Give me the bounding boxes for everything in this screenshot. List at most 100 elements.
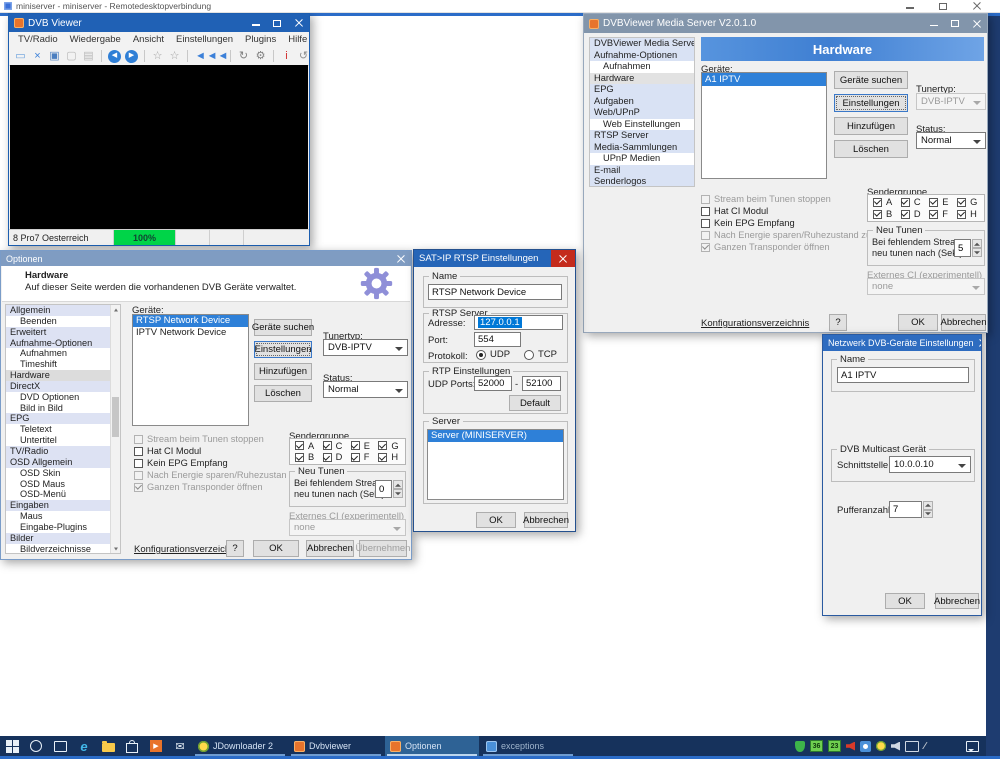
spinner-down-icon[interactable] xyxy=(393,489,403,498)
search-devices-button[interactable]: Geräte suchen xyxy=(254,319,312,336)
help-button[interactable]: ? xyxy=(226,540,244,557)
sidebar-item[interactable]: Timeshift xyxy=(6,359,111,370)
option-checkbox[interactable]: Ganzen Transponder öffnen xyxy=(701,241,867,253)
taskbar-app-jdownloader[interactable]: JDownloader 2 xyxy=(193,736,287,756)
nav-item[interactable]: Media-Sammlungen xyxy=(590,142,694,154)
toolbar-icon[interactable]: ☆ xyxy=(151,49,164,63)
spinner-up-icon[interactable] xyxy=(393,480,403,489)
start-button[interactable] xyxy=(0,736,24,756)
status-combo[interactable]: Normal xyxy=(916,132,986,149)
sendergruppe-checkbox[interactable]: A xyxy=(873,196,894,208)
delete-button[interactable]: Löschen xyxy=(834,140,908,158)
file-explorer-icon[interactable] xyxy=(96,736,120,756)
sidebar-item[interactable]: Beenden xyxy=(6,316,111,327)
externes-ci-combo[interactable]: none xyxy=(867,278,985,295)
dialog-titlebar[interactable]: Netzwerk DVB-Geräte Einstellungen xyxy=(823,335,981,351)
edge-icon[interactable]: e xyxy=(72,736,96,756)
antivirus-shield-icon[interactable] xyxy=(795,741,805,752)
option-checkbox[interactable]: Stream beim Tunen stoppen xyxy=(701,193,867,205)
sendergruppe-checkbox[interactable]: E xyxy=(929,196,950,208)
sidebar-item[interactable]: DirectX xyxy=(6,381,111,392)
sendergruppe-checkbox[interactable]: C xyxy=(323,440,344,452)
option-checkbox[interactable]: Kein EPG Empfang xyxy=(701,217,867,229)
sidebar-item[interactable]: OSD-Menü xyxy=(6,489,111,500)
menu-item[interactable]: Wiedergabe xyxy=(65,34,126,45)
wrench-icon[interactable]: ∕ xyxy=(924,741,926,752)
toolbar-icon[interactable] xyxy=(187,50,188,62)
toolbar-icon[interactable] xyxy=(144,50,145,62)
config-directory-link[interactable]: Konfigurationsverzeichnis xyxy=(701,318,809,329)
dialog-titlebar[interactable]: SAT>IP RTSP Einstellungen xyxy=(414,250,575,267)
nav-item[interactable]: Web Einstellungen xyxy=(590,119,694,131)
sendergruppe-checkbox[interactable]: F xyxy=(351,452,372,464)
toolbar-icon[interactable]: ↻ xyxy=(237,49,250,63)
apply-button[interactable]: Übernehmen xyxy=(359,540,407,557)
sendergruppe-checkbox[interactable]: H xyxy=(957,208,979,220)
toolbar-icon[interactable]: ▢ xyxy=(65,49,78,63)
sidebar-item[interactable]: Allgemein xyxy=(6,305,111,316)
sendergruppe-checkbox[interactable]: D xyxy=(323,452,344,464)
host-minimize-button[interactable] xyxy=(905,1,916,12)
menu-item[interactable]: Ansicht xyxy=(128,34,169,45)
sendergruppe-checkbox[interactable]: B xyxy=(873,208,894,220)
sidebar-item[interactable]: Bildverzeichnisse xyxy=(6,544,111,554)
settings-button[interactable]: Einstellungen xyxy=(834,94,908,112)
option-checkbox[interactable]: Stream beim Tunen stoppen xyxy=(134,433,286,445)
sendergruppe-checkbox[interactable]: G xyxy=(378,440,400,452)
spinner-down-icon[interactable] xyxy=(972,248,982,257)
nav-item[interactable]: Senderlogos xyxy=(590,176,694,187)
retune-spinner[interactable]: 0 xyxy=(375,480,403,498)
sidebar-scrollbar[interactable] xyxy=(110,305,120,553)
nav-item[interactable]: E-mail xyxy=(590,165,694,177)
udp-port-to-input[interactable]: 52100 xyxy=(522,376,561,391)
externes-ci-combo[interactable]: none xyxy=(289,519,406,536)
devices-listbox[interactable]: RTSP Network DeviceIPTV Network Device xyxy=(132,314,249,426)
adresse-input[interactable]: 127.0.0.1 xyxy=(474,315,563,330)
toolbar-icon[interactable]: ▤ xyxy=(82,49,95,63)
sendergruppe-checkbox[interactable]: C xyxy=(901,196,922,208)
udp-port-from-input[interactable]: 52000 xyxy=(474,376,512,391)
dvb-viewer-titlebar[interactable]: DVB Viewer xyxy=(9,14,309,32)
taskbar-app-optionen[interactable]: Optionen xyxy=(385,736,479,756)
option-checkbox[interactable]: Nach Energie sparen/Ruhezustand zurückse… xyxy=(701,229,867,241)
sidebar-item[interactable]: Bild in Bild xyxy=(6,403,111,414)
mail-icon[interactable]: ✉ xyxy=(168,736,192,756)
option-checkbox[interactable]: Ganzen Transponder öffnen xyxy=(134,481,286,493)
device-row[interactable]: IPTV Network Device xyxy=(133,327,248,339)
ok-button[interactable]: OK xyxy=(885,593,925,609)
sidebar-item[interactable]: Maus xyxy=(6,511,111,522)
sidebar-item[interactable]: OSD Skin xyxy=(6,468,111,479)
device-row[interactable]: RTSP Network Device xyxy=(133,315,248,327)
sendergruppe-checkbox[interactable]: F xyxy=(929,208,950,220)
toolbar-icon[interactable] xyxy=(101,50,102,62)
default-button[interactable]: Default xyxy=(509,395,561,411)
tunertyp-combo[interactable]: DVB-IPTV xyxy=(323,339,408,356)
close-button[interactable] xyxy=(395,253,406,264)
help-button[interactable]: ? xyxy=(829,314,847,331)
option-checkbox[interactable]: Nach Energie sparen/Ruhezustand zurückse… xyxy=(134,469,286,481)
menu-item[interactable]: TV/Radio xyxy=(13,34,63,45)
store-icon[interactable] xyxy=(120,736,144,756)
delete-button[interactable]: Löschen xyxy=(254,385,312,402)
name-input[interactable]: A1 IPTV xyxy=(837,367,969,383)
sidebar-item[interactable]: Aufnahme-Optionen xyxy=(6,338,111,349)
tray-badge[interactable]: 36 xyxy=(810,740,823,752)
sendergruppe-checkbox[interactable]: A xyxy=(295,440,316,452)
toolbar-icon[interactable] xyxy=(273,50,274,62)
sidebar-item[interactable]: Erweitert xyxy=(6,327,111,338)
menu-item[interactable]: Hilfe xyxy=(283,34,312,45)
cortana-icon[interactable] xyxy=(24,736,48,756)
minimize-button[interactable] xyxy=(251,18,262,29)
add-button[interactable]: Hinzufügen xyxy=(254,363,312,380)
server-listbox[interactable]: Server (MINISERVER) xyxy=(427,429,564,500)
dvbviewer-tray-icon[interactable] xyxy=(860,741,871,752)
sendergruppe-checkbox[interactable]: H xyxy=(378,452,400,464)
taskbar-app-dvbviewer[interactable]: Dvbviewer xyxy=(289,736,383,756)
sidebar-item[interactable]: Hardware xyxy=(6,370,111,381)
nav-item[interactable]: RTSP Server xyxy=(590,130,694,142)
puffer-spinner[interactable]: 7 xyxy=(889,501,933,518)
close-button[interactable] xyxy=(551,250,575,267)
action-center-icon[interactable] xyxy=(966,741,979,752)
retune-spinner[interactable]: 5 xyxy=(954,239,982,257)
sendergruppe-checkbox[interactable]: B xyxy=(295,452,316,464)
